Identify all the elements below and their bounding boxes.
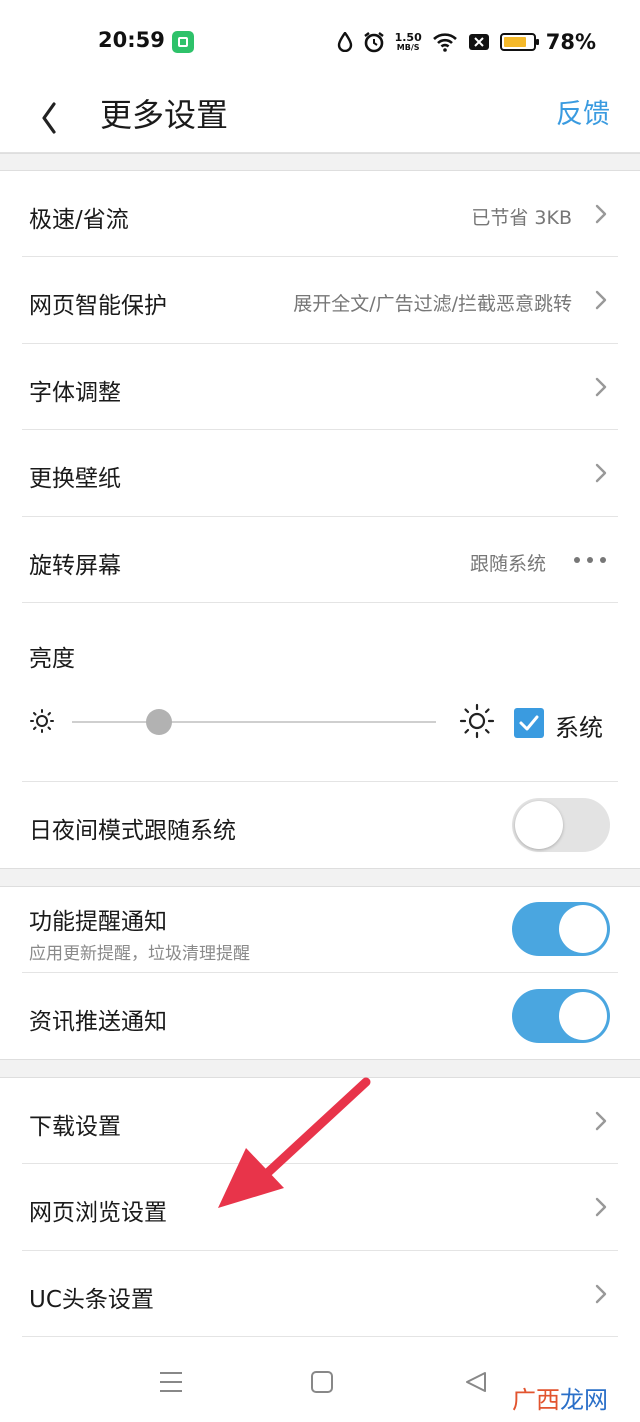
row-label: 网页智能保护 [29, 293, 167, 319]
toggle-knob [515, 801, 563, 849]
battery-icon [499, 33, 539, 51]
watermark-part2: 龙网 [560, 1386, 608, 1414]
row-brightness: 亮度 系统 [0, 603, 640, 782]
row-speed-saving[interactable]: 极速/省流 已节省 3KB [0, 171, 640, 257]
row-wallpaper[interactable]: 更换壁纸 [0, 430, 640, 517]
chevron-right-icon [595, 1111, 607, 1131]
chevron-right-icon [595, 463, 607, 483]
brightness-slider[interactable] [72, 709, 436, 735]
chevron-right-icon [595, 1284, 607, 1304]
news-push-toggle[interactable] [512, 989, 610, 1043]
app-notification-icon [172, 31, 194, 53]
divider [22, 1336, 618, 1337]
status-time: 20:59 [98, 28, 165, 52]
drop-icon [337, 32, 352, 52]
row-label: 日夜间模式跟随系统 [29, 818, 236, 844]
brightness-high-icon [459, 703, 495, 739]
row-uc-headline-settings[interactable]: UC头条设置 [0, 1251, 640, 1337]
watermark: 广西龙网 [512, 1380, 608, 1415]
battery-level [503, 37, 526, 47]
watermark-part1: 广西 [512, 1386, 560, 1414]
row-value: 展开全文/广告过滤/拦截恶意跳转 [293, 293, 572, 315]
slider-track [72, 721, 436, 723]
row-feature-reminder: 功能提醒通知 应用更新提醒，垃圾清理提醒 [0, 887, 640, 973]
row-label: 更换壁纸 [29, 466, 121, 492]
back-triangle-icon[interactable] [464, 1370, 488, 1394]
row-label: 下载设置 [29, 1114, 121, 1140]
status-bar: 20:59 1.50 MB/S 78% [0, 0, 640, 80]
feedback-link[interactable]: 反馈 [556, 92, 610, 131]
alarm-icon [363, 32, 384, 53]
status-icons: 1.50 MB/S 78% [337, 30, 596, 54]
row-label: UC头条设置 [29, 1287, 154, 1313]
more-dots-icon[interactable] [574, 557, 606, 563]
home-icon[interactable] [310, 1370, 334, 1394]
slider-thumb[interactable] [146, 709, 173, 735]
row-rotate-screen[interactable]: 旋转屏幕 跟随系统 [0, 517, 640, 603]
row-label: 功能提醒通知 [29, 909, 167, 935]
row-label: 资讯推送通知 [29, 1009, 167, 1035]
row-label: 字体调整 [29, 380, 121, 406]
system-checkbox-label: 系统 [555, 714, 603, 742]
row-value: 跟随系统 [469, 553, 546, 575]
close-box-icon [468, 34, 489, 50]
brightness-label: 亮度 [29, 646, 75, 672]
system-checkbox[interactable] [514, 708, 544, 738]
speed-value: 1.50 [394, 31, 422, 44]
chevron-right-icon [595, 1197, 607, 1217]
row-label: 极速/省流 [29, 207, 129, 233]
row-label: 旋转屏幕 [29, 553, 121, 579]
toggle-knob [559, 992, 607, 1040]
section-gap [0, 153, 640, 171]
row-value: 已节省 3KB [471, 207, 572, 229]
section-gap [0, 868, 640, 887]
annotation-arrow [218, 1077, 371, 1208]
row-webpage-protection[interactable]: 网页智能保护 展开全文/广告过滤/拦截恶意跳转 [0, 257, 640, 344]
menu-icon[interactable] [158, 1370, 184, 1394]
battery-percent: 78% [545, 30, 596, 54]
chevron-right-icon [595, 377, 607, 397]
row-sublabel: 应用更新提醒，垃圾清理提醒 [29, 944, 250, 964]
chevron-right-icon [595, 204, 607, 224]
back-arrow-icon[interactable] [38, 92, 78, 140]
network-speed: 1.50 MB/S [395, 32, 422, 52]
header: 更多设置 反馈 [0, 80, 640, 153]
checkmark-icon [519, 715, 539, 731]
wifi-icon [432, 33, 457, 52]
night-mode-toggle[interactable] [512, 798, 610, 852]
toggle-knob [559, 905, 607, 953]
chevron-right-icon [595, 290, 607, 310]
feature-reminder-toggle[interactable] [512, 902, 610, 956]
row-night-mode: 日夜间模式跟随系统 [0, 782, 640, 868]
row-news-push: 资讯推送通知 [0, 973, 640, 1059]
row-label: 网页浏览设置 [29, 1200, 167, 1226]
page-title: 更多设置 [100, 96, 229, 134]
row-font-adjust[interactable]: 字体调整 [0, 344, 640, 430]
brightness-low-icon [30, 709, 54, 733]
speed-unit: MB/S [396, 43, 420, 52]
